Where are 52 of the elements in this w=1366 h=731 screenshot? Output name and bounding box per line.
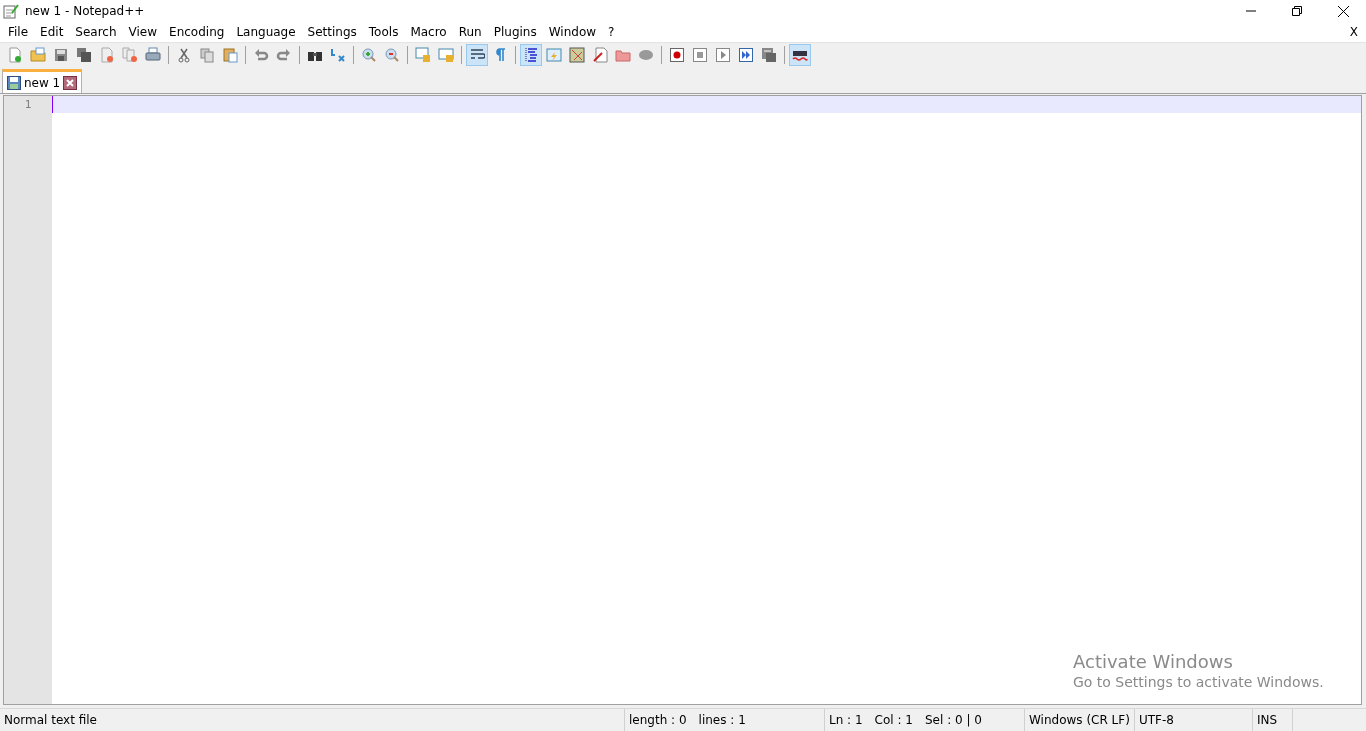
status-text: lines : 1 (698, 713, 746, 727)
menu-item[interactable]: Macro (404, 25, 453, 39)
close-file-icon (99, 47, 115, 63)
document-tab[interactable]: new 1 (2, 69, 83, 93)
menu-item[interactable]: Encoding (163, 25, 231, 39)
close-document-button[interactable]: X (1341, 25, 1366, 39)
line-number: 1 (23, 97, 33, 113)
printer-icon (145, 47, 161, 63)
undo-icon (253, 47, 269, 63)
toolbar-button[interactable] (789, 44, 811, 66)
indent-guide-icon (523, 47, 539, 63)
menu-item[interactable]: Window (542, 25, 603, 39)
new-file-icon (7, 47, 23, 63)
fast-forward-icon (738, 47, 754, 63)
notepad-icon (3, 3, 19, 19)
menu-item[interactable]: Search (69, 25, 123, 39)
status-text: Normal text file (4, 713, 97, 727)
play-icon (715, 47, 731, 63)
zoom-out-icon (384, 47, 400, 63)
redo-icon (276, 47, 292, 63)
zoom-in-icon (361, 47, 377, 63)
close-tab-icon[interactable] (63, 75, 78, 90)
status-text: Col : 1 (874, 713, 913, 727)
folder-icon (615, 47, 631, 63)
menu-item[interactable]: Edit (34, 25, 70, 39)
folder-icon (30, 47, 46, 63)
status-text: Ln : 1 (829, 713, 863, 727)
scissors-icon (176, 47, 192, 63)
menu-item[interactable]: File (2, 25, 35, 39)
window-lightning-icon (546, 47, 562, 63)
status-text: length : 0 (629, 713, 687, 727)
activation-title: Activate Windows (1073, 651, 1234, 672)
menu-item[interactable]: Tools (362, 25, 405, 39)
status-text: Windows (CR LF) (1029, 713, 1130, 727)
menu-item[interactable]: Settings (301, 25, 363, 39)
close-files-icon (122, 47, 138, 63)
menu-item[interactable]: Language (230, 25, 302, 39)
restore-icon[interactable] (1292, 6, 1302, 16)
menu-item[interactable]: ? (602, 25, 621, 39)
status-text: INS (1257, 713, 1278, 727)
status-text: UTF-8 (1139, 713, 1174, 727)
menu-item[interactable]: View (122, 25, 164, 39)
close-icon[interactable] (1337, 5, 1349, 17)
stop-icon (692, 47, 708, 63)
menu-item[interactable]: Run (452, 25, 488, 39)
record-icon (669, 47, 685, 63)
activation-subtitle: Go to Settings to activate Windows. (1073, 674, 1324, 690)
clipboard-icon (222, 47, 238, 63)
menu-item[interactable]: Plugins (487, 25, 543, 39)
status-text: Sel : 0 | 0 (925, 713, 982, 727)
copy-icon (199, 47, 215, 63)
window-title: new 1 - Notepad++ (25, 4, 146, 18)
